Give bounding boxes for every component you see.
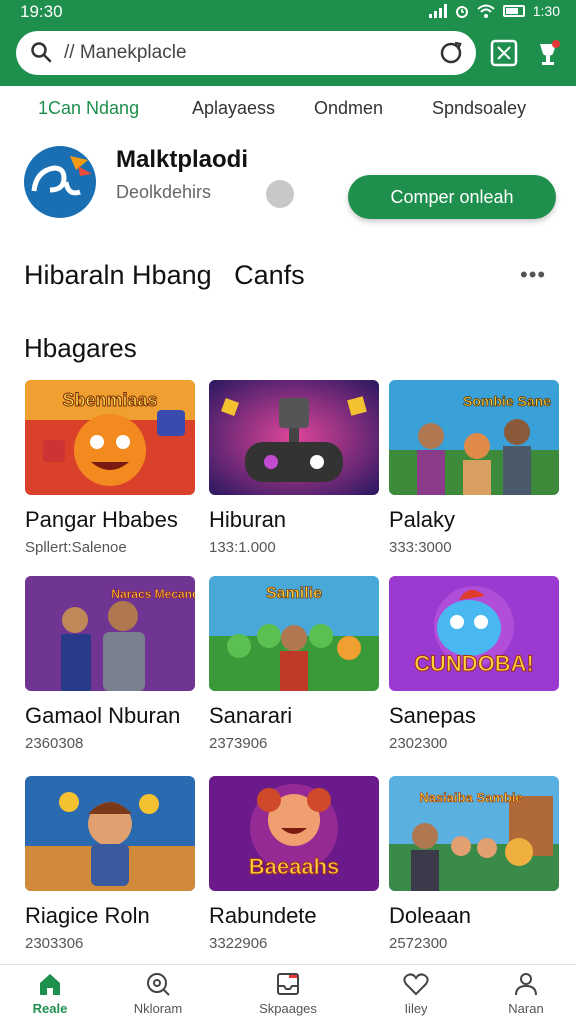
card-banner-text: Samilie [266,585,322,602]
game-name: Sanarari [209,703,293,728]
search-icon [31,42,52,63]
game-thumbnail [25,776,195,891]
game-thumbnail: Naracs Mecaneaiis [25,576,195,691]
game-name: Rabundete [209,903,317,928]
game-name: Sanepas [389,703,476,728]
app-subtitle: Deolkdehirs [116,182,212,202]
game-card[interactable]: Riagice Roln 2303306 [25,776,195,952]
home-icon [40,974,60,995]
nav-packages[interactable]: Skpaages [238,971,338,1023]
card-banner-text: Sombie Sane [463,393,551,409]
card-banner-text: Sbenmiaas [62,390,157,410]
battery-icon [502,5,525,17]
game-name: Doleaan [389,903,471,928]
person-icon [515,973,537,996]
tab-shop[interactable]: Spndsoaley [432,98,526,119]
wifi-icon [477,4,495,18]
tab-apps[interactable]: Aplayaess [192,98,275,119]
game-card[interactable]: CUNDOBA! Sanepas 2302300 [389,576,559,752]
search-bar[interactable] [16,31,476,75]
info-icon[interactable] [266,180,294,208]
game-thumbnail: Nasiaiba Sambie [389,776,559,891]
game-meta: 3322906 [209,935,268,952]
game-card[interactable]: Naracs Mecaneaiis Gamaol Nburan 2360308 [25,576,195,752]
card-banner-text: Naracs Mecaneaiis [111,587,195,601]
game-card[interactable]: Sbenmiaas Pangar Hbabes Spllert:Salenoe [25,380,195,556]
nav-home[interactable]: Reale [0,971,100,1023]
section-title: Hibaraln Hbang Canfs [24,260,305,290]
install-button[interactable]: Comper onleah [348,175,556,219]
search-doc-icon [147,973,170,996]
game-name: Riagice Roln [25,903,150,928]
game-meta: 2360308 [25,735,84,752]
card-banner-text: Baeaahs [249,854,340,879]
inbox-icon [277,973,299,995]
heart-icon [403,973,429,996]
nav-favorites[interactable]: Iiley [366,971,466,1023]
game-thumbnail: CUNDOBA! [389,576,559,691]
nav-label: Reale [32,1001,68,1016]
status-right-text: 1:30 [532,3,560,19]
nav-explore[interactable]: Nkloram [108,971,208,1023]
app-title: Malktplaodi [116,146,249,173]
status-bar: 19:30 1:30 [0,0,576,24]
status-time: 19:30 [20,2,63,21]
game-card[interactable]: Hiburan 133:1.000 [209,380,379,556]
tab-home[interactable]: 1Can Ndang [38,98,139,119]
card-banner-text: Nasiaiba Sambie [419,790,522,805]
nav-profile[interactable]: Naran [476,971,576,1023]
alarm-icon [455,6,468,18]
game-card[interactable]: Samilie Sanarari 2373906 [209,576,379,752]
game-thumbnail [209,380,379,495]
game-thumbnail: Samilie [209,576,379,691]
game-meta: 2302300 [389,735,448,752]
subsection-title: Hbagares [24,333,137,363]
game-name: Hiburan [209,507,287,532]
game-meta: 2373906 [209,735,268,752]
game-meta: 133:1.000 [209,539,276,556]
game-card[interactable]: Nasiaiba Sambie Doleaan 2572300 [389,776,559,952]
bottom-navigation: Reale Nkloram Skpaages Iiley Naran [0,964,576,1024]
game-meta: 2572300 [389,935,448,952]
category-tabs: 1Can Ndang Aplayaess Ondmen Spndsoaley [0,88,576,132]
featured-app: Malktplaodi Deolkdehirs Comper onleah [0,140,576,230]
signal-icon [428,4,447,18]
game-thumbnail: Baeaahs [209,776,379,891]
nav-label: Iiley [404,1001,428,1016]
status-icons: 1:30 [428,3,560,19]
nav-label: Naran [508,1001,544,1016]
card-banner-text: CUNDOBA! [414,651,534,676]
game-card[interactable]: Baeaahs Rabundete 3322906 [209,776,379,952]
game-name: Pangar Hbabes [25,507,178,532]
scan-icon[interactable] [489,38,519,68]
game-meta: 333:3000 [389,539,452,556]
trophy-icon[interactable] [533,38,563,68]
game-thumbnail: Sombie Sane [389,380,559,495]
game-name: Gamaol Nburan [25,703,181,728]
nav-label: Skpaages [259,1001,317,1016]
game-meta: 2303306 [25,935,84,952]
tab-online[interactable]: Ondmen [314,98,383,119]
game-thumbnail: Sbenmiaas [25,380,195,495]
app-logo [24,146,96,218]
search-input[interactable] [64,39,424,67]
app-header: 19:30 1:30 [0,0,576,86]
game-name: Palaky [389,507,456,532]
refresh-icon[interactable] [438,40,464,66]
game-card[interactable]: Sombie Sane Palaky 333:3000 [389,380,559,556]
game-meta: Spllert:Salenoe [25,539,127,556]
nav-label: Nkloram [133,1001,183,1016]
more-options-icon[interactable]: ••• [520,262,554,287]
